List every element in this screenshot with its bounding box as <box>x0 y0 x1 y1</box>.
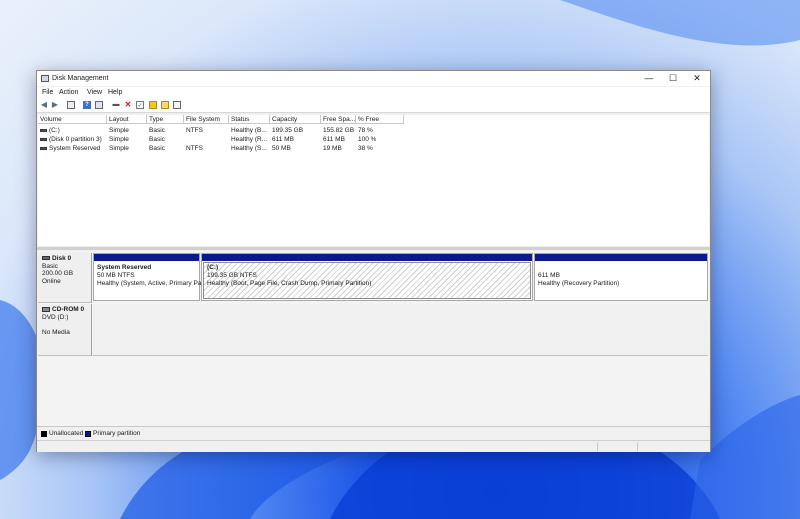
partition-bar <box>535 254 707 261</box>
cell-volume: (Disk 0 partition 3) <box>49 136 102 143</box>
cell-status: Healthy (R... <box>231 136 268 143</box>
volume-icon <box>40 146 47 150</box>
status-bar <box>37 440 710 452</box>
disk-drive-icon <box>42 256 50 261</box>
partition-c-drive[interactable]: (C:) 199.35 GB NTFS Healthy (Boot, Page … <box>201 253 533 301</box>
column-header-free-space[interactable]: Free Spa... <box>321 115 356 124</box>
cell-type: Basic <box>149 127 165 134</box>
explore-icon[interactable] <box>161 101 169 109</box>
disk-graphical-view: Disk 0 Basic 200.00 GB Online System Res… <box>38 251 709 431</box>
cdrom-0-label[interactable]: CD-ROM 0 DVD (D:) No Media <box>38 304 92 356</box>
cell-capacity: 199.35 GB <box>272 127 304 134</box>
cell-percent-free: 38 % <box>358 145 373 152</box>
cell-capacity: 50 MB <box>272 145 291 152</box>
cell-free-space: 155.82 GB <box>323 127 355 134</box>
column-header-volume[interactable]: Volume <box>38 115 107 124</box>
back-arrow-icon[interactable]: ◀ <box>40 101 48 109</box>
menu-view[interactable]: View <box>87 89 102 96</box>
maximize-button[interactable]: ☐ <box>661 71 685 86</box>
column-header-status[interactable]: Status <box>229 115 270 124</box>
toolbar: ◀ ▶ ? ▬ ✕ ✓ <box>37 98 710 113</box>
open-folder-icon[interactable] <box>149 101 157 109</box>
disk-name: Disk 0 <box>52 255 72 262</box>
partition-name: System Reserved <box>97 264 152 271</box>
title-bar: Disk Management — ☐ ✕ <box>37 71 710 86</box>
disk-0-label[interactable]: Disk 0 Basic 200.00 GB Online <box>38 253 92 303</box>
help-icon[interactable]: ? <box>83 101 91 109</box>
partition-recovery[interactable]: 611 MB Healthy (Recovery Partition) <box>534 253 708 301</box>
disk-type: Basic <box>42 262 58 270</box>
partition-size: 611 MB <box>538 271 560 279</box>
column-header-type[interactable]: Type <box>147 115 184 124</box>
volume-icon <box>40 137 47 141</box>
partition-system-reserved[interactable]: System Reserved 50 MB NTFS Healthy (Syst… <box>93 253 202 301</box>
legend-label-primary: Primary partition <box>93 430 141 437</box>
disk-type: DVD (D:) <box>42 313 69 321</box>
forward-arrow-icon[interactable]: ▶ <box>51 101 59 109</box>
partition-name: (C:) <box>207 264 219 271</box>
disk-name: CD-ROM 0 <box>52 306 85 313</box>
menu-file[interactable]: File <box>42 89 53 96</box>
cell-type: Basic <box>149 136 165 143</box>
disk-status: No Media <box>42 328 70 336</box>
partition-size: 199.35 GB NTFS <box>207 271 257 279</box>
partition-status: Healthy (Boot, Page File, Crash Dump, Pr… <box>207 279 372 287</box>
disk-list-icon[interactable] <box>95 101 103 109</box>
legend-swatch-unallocated <box>41 431 47 437</box>
menu-help[interactable]: Help <box>108 89 122 96</box>
partition-bar <box>94 254 199 261</box>
pane-splitter[interactable] <box>37 247 710 250</box>
cell-status: Healthy (S... <box>231 145 267 152</box>
properties-icon[interactable] <box>173 101 181 109</box>
volume-list: Volume Layout Type File System Status Ca… <box>38 115 709 246</box>
partition-size: 50 MB NTFS <box>97 271 135 279</box>
column-header-layout[interactable]: Layout <box>107 115 147 124</box>
cell-status: Healthy (B... <box>231 127 267 134</box>
check-icon[interactable]: ✓ <box>136 101 144 109</box>
cell-layout: Simple <box>109 127 129 134</box>
cell-layout: Simple <box>109 136 129 143</box>
cell-type: Basic <box>149 145 165 152</box>
cell-percent-free: 78 % <box>358 127 373 134</box>
legend-swatch-primary <box>85 431 91 437</box>
delete-icon[interactable]: ✕ <box>124 101 132 109</box>
cell-capacity: 611 MB <box>272 136 294 143</box>
status-divider <box>597 442 598 451</box>
cell-file-system: NTFS <box>186 145 203 152</box>
partition-status: Healthy (System, Active, Primary Pa <box>97 279 202 287</box>
menu-bar: File Action View Help <box>37 87 710 98</box>
cell-free-space: 611 MB <box>323 136 345 143</box>
status-divider <box>637 442 638 451</box>
disk-management-app-icon <box>41 75 49 82</box>
legend-label-unallocated: Unallocated <box>49 430 84 437</box>
disk-management-window: Disk Management — ☐ ✕ File Action View H… <box>36 70 711 452</box>
cell-layout: Simple <box>109 145 129 152</box>
cell-free-space: 19 MB <box>323 145 342 152</box>
cdrom-0-area[interactable] <box>93 304 708 356</box>
column-header-capacity[interactable]: Capacity <box>270 115 321 124</box>
console-tree-icon[interactable] <box>67 101 75 109</box>
cell-percent-free: 100 % <box>358 136 377 143</box>
cd-drive-icon <box>42 306 50 312</box>
disk-size: 200.00 GB <box>42 270 74 277</box>
minimize-button[interactable]: — <box>637 71 661 86</box>
partition-bar <box>202 254 532 261</box>
volume-icon <box>40 128 47 132</box>
connect-disk-icon[interactable]: ▬ <box>112 101 120 109</box>
menu-action[interactable]: Action <box>59 89 78 96</box>
partition-status: Healthy (Recovery Partition) <box>538 279 620 287</box>
window-title: Disk Management <box>52 75 109 82</box>
cell-volume: System Reserved <box>49 145 101 152</box>
legend-bar: Unallocated Primary partition <box>37 426 710 441</box>
disk-status: Online <box>42 277 61 285</box>
column-header-file-system[interactable]: File System <box>184 115 229 124</box>
close-button[interactable]: ✕ <box>685 71 709 86</box>
cell-file-system: NTFS <box>186 127 203 134</box>
column-header-percent-free[interactable]: % Free <box>356 115 404 124</box>
disk-0-partitions: System Reserved 50 MB NTFS Healthy (Syst… <box>93 253 708 301</box>
cell-volume: (C:) <box>49 127 60 134</box>
